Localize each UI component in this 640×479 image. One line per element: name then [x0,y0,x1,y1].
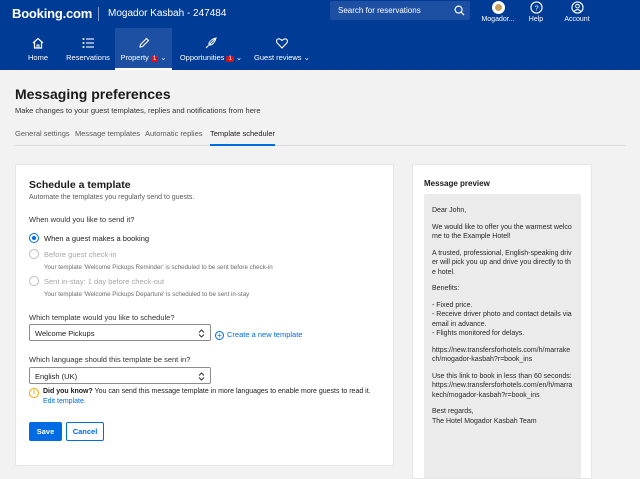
chevron-updown-icon [198,372,205,381]
preview-paragraph: A trusted, professional, English-speakin… [432,249,572,276]
preview-paragraph: https://new.transfersforhotels.com/h/mar… [432,346,571,364]
create-template-link[interactable]: + Create a new template [215,330,302,340]
chevron-updown-icon [198,329,205,338]
template-label: Which template would you like to schedul… [29,313,175,322]
svg-text:?: ? [534,3,538,12]
nav-reservations-label: Reservations [66,53,110,62]
property-avatar [491,1,505,14]
nav-guest-reviews-label: Guest reviews [254,53,302,62]
create-template-label: Create a new template [227,330,303,339]
preview-paragraph: Use this link to book in less than 60 se… [432,372,573,399]
property-badge: 1 [150,56,159,62]
preview-paragraph: We would like to offer you the warmest w… [432,223,572,241]
property-name: Mogador Kasbah - 247484 [108,8,227,19]
radio-in-stay[interactable] [29,276,39,286]
save-button[interactable]: Save [29,422,62,441]
nav-home-label: Home [27,53,48,62]
cancel-button[interactable]: Cancel [66,422,104,441]
search-input[interactable]: Search for reservations [330,1,470,20]
template-select-value: Welcome Pickups [35,329,95,338]
preview-paragraph: Benefits: [432,285,460,292]
page-title: Messaging preferences [15,86,171,102]
top-bar: Booking.com Mogador Kasbah - 247484 Sear… [0,0,640,28]
radio-in-stay-label: Sent in-stay: 1 day before check-out [44,277,165,286]
nav-property[interactable]: Property 1 ⌄ [115,28,172,70]
rocket-icon [205,37,217,49]
template-select[interactable]: Welcome Pickups [29,324,211,341]
nav-property-label: Property [120,53,149,62]
search-icon[interactable] [454,5,465,16]
main-nav: Home Reservations Property 1 ⌄ Opportunit… [0,28,640,70]
tab-message-templates[interactable]: Message templates [75,129,140,146]
info-bold: Did you know? [43,388,93,395]
nav-guest-reviews[interactable]: Guest reviews ⌄ [250,28,314,70]
language-select[interactable]: English (UK) [29,367,211,384]
card-subtitle: Automate the templates you regularly sen… [29,194,195,201]
account-button[interactable]: Account [555,1,599,23]
tab-automatic-replies[interactable]: Automatic replies [145,129,203,146]
chevron-down-icon: ⌄ [303,53,310,62]
preview-paragraph: Best regards, The Hotel Mogador Kasbah T… [432,408,537,425]
when-label: When would you like to send it? [29,215,135,224]
nav-reservations[interactable]: Reservations [62,28,140,70]
radio-before-checkin[interactable] [29,249,39,259]
nav-opportunities[interactable]: Opportunities 1 ⌄ [175,28,247,70]
opportunities-badge: 1 [226,56,234,62]
language-label: Which language should this template be s… [29,355,191,364]
user-icon [570,1,584,14]
chevron-down-icon: ⌄ [235,53,243,62]
home-icon [32,37,44,49]
preview-paragraph: - Fixed price. - Receive driver photo an… [432,301,572,338]
account-label: Account [564,16,590,23]
tab-template-scheduler[interactable]: Template scheduler [210,129,276,146]
preview-message-body: Dear John, We would like to offer you th… [424,194,581,478]
help-icon: ? [529,1,543,14]
list-icon [82,38,94,48]
help-label: Help [528,16,544,23]
page-subtitle: Make changes to your guest templates, re… [15,106,261,115]
pencil-icon [138,37,149,48]
header-divider [98,7,99,21]
plus-circle-icon: + [215,331,224,340]
before-checkin-note: Your template 'Welcome Pickups Reminder'… [44,264,273,271]
property-account-label: Mogador... [481,16,515,23]
heart-icon [275,38,289,49]
preview-title: Message preview [424,179,490,188]
nav-home[interactable]: Home [18,28,58,70]
language-select-value: English (UK) [35,372,78,381]
chevron-down-icon: ⌄ [160,53,167,62]
help-button[interactable]: ? Help [514,1,558,23]
card-title: Schedule a template [29,179,131,191]
did-you-know-info: i Did you know? You can send this messag… [29,387,384,407]
schedule-template-card: Schedule a template Automate the templat… [15,164,394,466]
message-preview-card: Message preview Dear John, We would like… [412,164,592,479]
info-icon: i [29,388,39,398]
radio-before-checkin-label: Before guest check-in [44,250,117,259]
radio-on-booking-label[interactable]: When a guest makes a booking [44,234,149,243]
radio-on-booking[interactable] [29,233,39,243]
preview-paragraph: Dear John, [432,207,467,214]
tab-bar: General settings Message templates Autom… [15,128,625,146]
edit-template-link[interactable]: Edit template. [43,398,86,405]
nav-opportunities-label: Opportunities [179,53,225,62]
tab-general-settings[interactable]: General settings [15,129,70,146]
booking-logo[interactable]: Booking.com [12,6,92,21]
info-text: You can send this message template in mo… [94,388,371,395]
search-placeholder: Search for reservations [338,6,421,15]
in-stay-note: Your template 'Welcome Pickups Departure… [44,291,250,298]
